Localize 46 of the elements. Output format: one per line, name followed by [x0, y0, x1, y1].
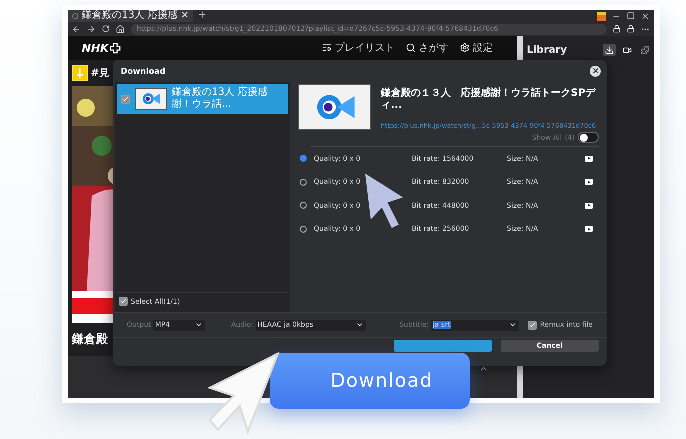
logo-icon — [141, 92, 161, 106]
close-icon — [592, 67, 600, 75]
site-logo[interactable]: NHK — [82, 42, 109, 54]
channel-icon — [72, 65, 88, 81]
reload-icon — [72, 12, 79, 20]
nav-link[interactable]: プレイリスト — [335, 41, 395, 55]
nav-link[interactable]: 設定 — [473, 41, 493, 55]
forward-icon[interactable] — [87, 24, 96, 34]
radio-button[interactable] — [300, 178, 307, 186]
radio-button[interactable] — [300, 155, 307, 162]
radio-button[interactable] — [300, 202, 307, 210]
settings-icon — [460, 43, 470, 53]
checkbox[interactable] — [119, 297, 128, 306]
hashtag-title: #見 — [91, 67, 110, 80]
play-icon[interactable] — [585, 156, 593, 162]
lock-icon[interactable] — [613, 25, 621, 33]
checkbox[interactable] — [121, 94, 130, 104]
library-title: Library — [527, 44, 568, 56]
dialog-title: Download — [121, 66, 166, 76]
play-icon[interactable] — [585, 202, 593, 209]
close-icon[interactable] — [641, 12, 650, 20]
close-icon[interactable]: × — [180, 10, 190, 22]
reload-icon[interactable] — [102, 25, 110, 33]
checkbox[interactable] — [528, 320, 538, 330]
close-button[interactable] — [590, 66, 601, 76]
puzzle-icon[interactable] — [639, 44, 652, 56]
plus-icon — [110, 42, 121, 54]
back-icon[interactable] — [72, 24, 81, 34]
play-icon[interactable] — [585, 226, 593, 232]
gift-icon[interactable] — [597, 12, 606, 20]
download-icon[interactable] — [603, 44, 616, 56]
radio-button[interactable] — [300, 226, 307, 233]
maximize-icon[interactable] — [627, 12, 635, 20]
lock-icon[interactable] — [627, 25, 635, 33]
chevron-down-icon — [356, 321, 364, 329]
new-tab-button[interactable]: + — [193, 10, 212, 22]
nav-link[interactable]: さがす — [419, 41, 449, 55]
search-icon — [406, 43, 416, 53]
chevron-down-icon — [508, 321, 517, 329]
program-title: 鎌倉殿 — [72, 331, 108, 348]
chevron-down-icon — [195, 321, 204, 329]
show-all-toggle[interactable] — [578, 132, 599, 143]
playlist-icon — [322, 43, 332, 53]
home-icon[interactable] — [116, 24, 125, 34]
play-icon[interactable] — [585, 179, 593, 186]
video-title: 鎌倉殿の１３人 応援感謝！ウラ話トークSPディ... — [381, 88, 597, 112]
